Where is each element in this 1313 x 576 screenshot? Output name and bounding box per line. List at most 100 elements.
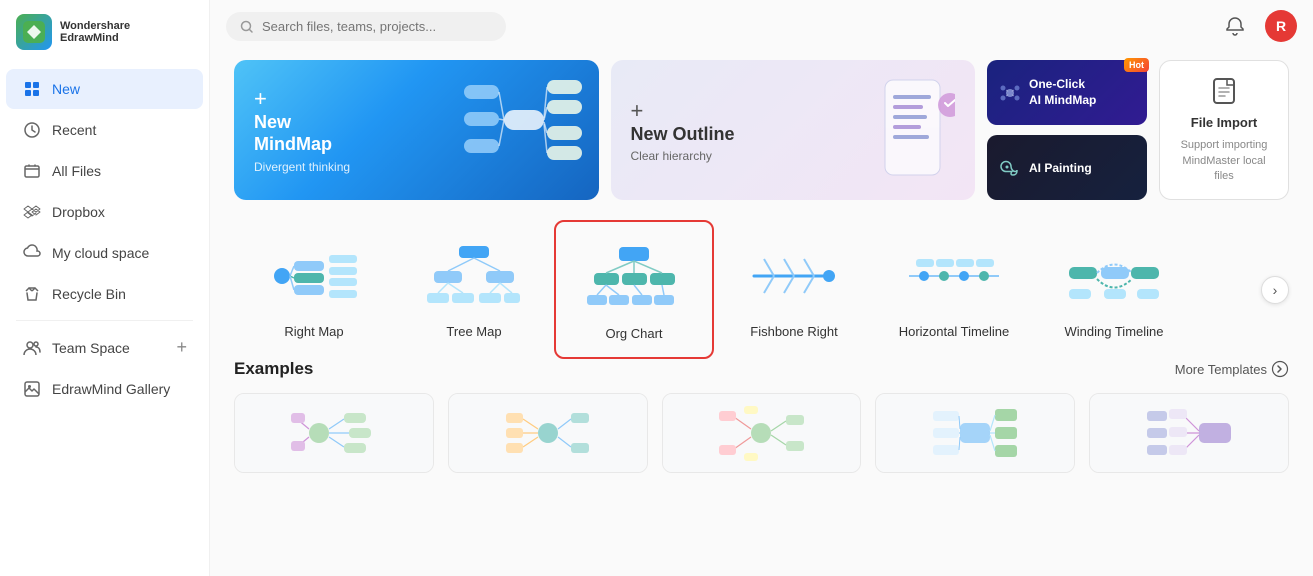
template-tree-map[interactable]: Tree Map: [394, 220, 554, 359]
outline-subtitle: Clear hierarchy: [631, 149, 735, 163]
nav-label-team-space: Team Space: [52, 340, 166, 356]
template-scroll-area: Right Map: [234, 220, 1289, 359]
sidebar-item-new[interactable]: New: [6, 69, 203, 109]
sidebar-item-all-files[interactable]: All Files: [6, 151, 203, 191]
ai-painting-label: AI Painting: [1029, 161, 1092, 175]
example-inner-2: [449, 394, 647, 472]
fishbone-icon: [739, 236, 849, 316]
logo-text: Wondershare EdrawMind: [60, 20, 130, 44]
sidebar-item-recent[interactable]: Recent: [6, 110, 203, 150]
brand-name1: Wondershare: [60, 20, 130, 32]
mindmap-plus: +: [254, 86, 350, 112]
ai-painting-icon: [999, 157, 1021, 179]
more-templates-label: More Templates: [1175, 362, 1267, 377]
new-icon: [22, 79, 42, 99]
team-space-add-btn[interactable]: +: [176, 337, 187, 358]
template-fishbone-right[interactable]: Fishbone Right: [714, 220, 874, 359]
example-card-4[interactable]: [875, 393, 1075, 473]
example-preview-1: [289, 401, 379, 466]
template-label-h-timeline: Horizontal Timeline: [899, 324, 1010, 339]
app-logo: [16, 14, 52, 50]
example-card-2[interactable]: [448, 393, 648, 473]
example-preview-2: [503, 401, 593, 466]
more-templates-link[interactable]: More Templates: [1175, 360, 1289, 378]
recycle-icon: [22, 284, 42, 304]
example-card-3[interactable]: [662, 393, 862, 473]
org-chart-icon: [579, 238, 689, 318]
mindmap-card-text: + NewMindMap Divergent thinking: [254, 86, 350, 173]
nav-label-dropbox: Dropbox: [52, 204, 187, 220]
example-preview-5: [1144, 401, 1234, 466]
brand-name2: EdrawMind: [60, 32, 130, 44]
winding-timeline-icon: [1059, 236, 1169, 316]
nav-label-gallery: EdrawMind Gallery: [52, 381, 187, 397]
mindmap-subtitle: Divergent thinking: [254, 160, 350, 174]
example-inner-4: [876, 394, 1074, 472]
template-label-right-map: Right Map: [284, 324, 343, 339]
sidebar: Wondershare EdrawMind New Recent All Fil…: [0, 0, 210, 576]
example-inner-1: [235, 394, 433, 472]
template-items: Right Map: [234, 220, 1255, 359]
ai-painting-card[interactable]: AI Painting: [987, 135, 1147, 200]
new-mindmap-card[interactable]: + NewMindMap Divergent thinking: [234, 60, 599, 200]
more-templates-icon: [1271, 360, 1289, 378]
sidebar-divider: [16, 320, 193, 321]
new-outline-card[interactable]: + New Outline Clear hierarchy: [611, 60, 976, 200]
examples-grid: [234, 393, 1289, 473]
template-label-tree-map: Tree Map: [446, 324, 501, 339]
example-card-5[interactable]: [1089, 393, 1289, 473]
template-label-fishbone: Fishbone Right: [750, 324, 837, 339]
sidebar-item-dropbox[interactable]: Dropbox: [6, 192, 203, 232]
mindmap-title: NewMindMap: [254, 112, 350, 155]
nav-label-my-cloud: My cloud space: [52, 245, 187, 261]
template-horizontal-timeline[interactable]: Horizontal Timeline: [874, 220, 1034, 359]
all-files-icon: [22, 161, 42, 181]
example-card-1[interactable]: [234, 393, 434, 473]
outline-plus: +: [631, 98, 735, 124]
nav-label-all-files: All Files: [52, 163, 187, 179]
tree-map-icon: [419, 236, 529, 316]
search-input[interactable]: [262, 19, 462, 34]
example-preview-3: [716, 401, 806, 466]
nav-label-recycle: Recycle Bin: [52, 286, 187, 302]
examples-section-header: Examples More Templates: [234, 359, 1289, 379]
search-bar[interactable]: [226, 12, 506, 41]
gallery-icon: [22, 379, 42, 399]
user-avatar[interactable]: R: [1265, 10, 1297, 42]
new-cards-section: + NewMindMap Divergent thinking: [234, 60, 1289, 200]
ai-mindmap-label: One-ClickAI MindMap: [1029, 77, 1096, 108]
cloud-icon: [22, 243, 42, 263]
ai-mindmap-icon: [999, 82, 1021, 104]
template-org-chart[interactable]: Org Chart: [554, 220, 714, 359]
template-label-winding-timeline: Winding Timeline: [1065, 324, 1164, 339]
nav-label-new: New: [52, 81, 187, 97]
ai-cards-column: Hot One-ClickAI MindMap: [987, 60, 1147, 200]
outline-decoration: [865, 75, 955, 185]
outline-title: New Outline: [631, 124, 735, 145]
main-content: R + NewMindMap Divergent thinking: [210, 0, 1313, 576]
sidebar-item-team-space[interactable]: Team Space +: [6, 327, 203, 368]
sidebar-nav: New Recent All Files Dropbox My cloud sp: [0, 64, 209, 576]
example-inner-3: [663, 394, 861, 472]
notification-bell[interactable]: [1219, 10, 1251, 42]
right-map-icon: [259, 236, 369, 316]
sidebar-item-gallery[interactable]: EdrawMind Gallery: [6, 369, 203, 409]
template-right-map[interactable]: Right Map: [234, 220, 394, 359]
sidebar-item-my-cloud[interactable]: My cloud space: [6, 233, 203, 273]
example-inner-5: [1090, 394, 1288, 472]
recent-icon: [22, 120, 42, 140]
scroll-right-button[interactable]: ›: [1261, 276, 1289, 304]
examples-title: Examples: [234, 359, 313, 379]
hot-badge: Hot: [1124, 58, 1149, 72]
sidebar-item-recycle[interactable]: Recycle Bin: [6, 274, 203, 314]
logo-area: Wondershare EdrawMind: [0, 0, 209, 64]
nav-label-recent: Recent: [52, 122, 187, 138]
file-import-card[interactable]: File Import Support importing MindMaster…: [1159, 60, 1289, 200]
file-import-title: File Import: [1191, 115, 1257, 130]
template-winding-timeline[interactable]: Winding Timeline: [1034, 220, 1194, 359]
dropbox-icon: [22, 202, 42, 222]
search-icon: [240, 20, 254, 34]
ai-mindmap-card[interactable]: Hot One-ClickAI MindMap: [987, 60, 1147, 125]
mindmap-decoration: [459, 70, 589, 170]
example-preview-4: [930, 401, 1020, 466]
